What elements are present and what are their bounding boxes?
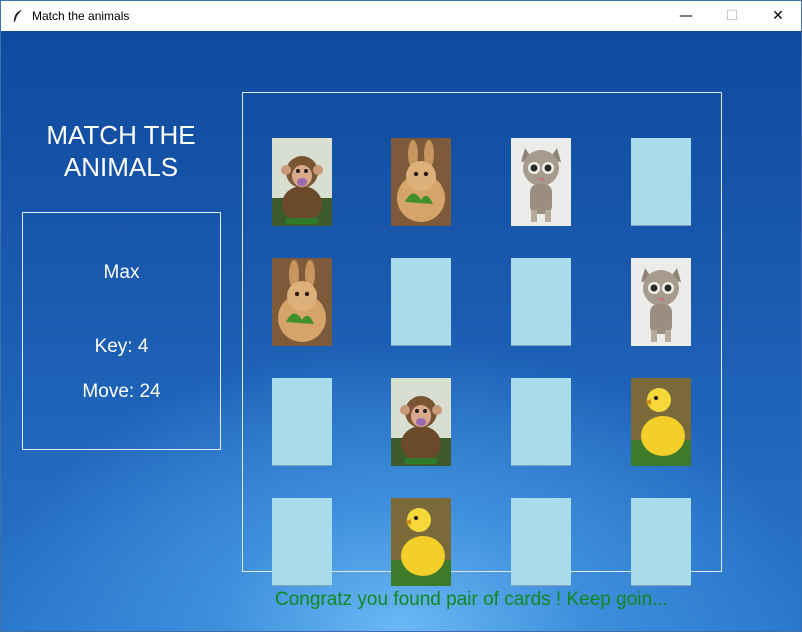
card-kitten[interactable] (511, 138, 571, 226)
close-icon[interactable]: ✕ (755, 1, 801, 31)
card-hidden[interactable] (631, 138, 691, 226)
rabbit-image (272, 258, 332, 346)
duckling-image (391, 498, 451, 586)
card-duckling[interactable] (631, 378, 691, 466)
rabbit-image (391, 138, 451, 226)
card-kitten[interactable] (631, 258, 691, 346)
move-counter: Move: 24 (82, 381, 161, 402)
app-window: Match the animals — ☐ ✕ MATCH THE ANIMAL… (0, 0, 802, 632)
card-rabbit[interactable] (391, 138, 451, 226)
title-bar[interactable]: Match the animals — ☐ ✕ (1, 1, 801, 31)
card-hidden[interactable] (511, 378, 571, 466)
duckling-image (631, 378, 691, 466)
feather-icon (10, 8, 26, 24)
card-monkey[interactable] (272, 138, 332, 226)
card-hidden[interactable] (391, 258, 451, 346)
card-monkey[interactable] (391, 378, 451, 466)
heading-line-2: ANIMALS (63, 152, 179, 182)
game-area: MATCH THE ANIMALS Max Key: 4 Move: 24 Co… (1, 31, 801, 631)
key-counter: Key: 4 (94, 336, 149, 357)
window-title: Match the animals (32, 9, 130, 23)
player-name: Max (103, 262, 140, 283)
kitten-image (511, 138, 571, 226)
monkey-image (391, 378, 451, 466)
game-heading: MATCH THE ANIMALS (21, 119, 221, 183)
heading-line-1: MATCH THE (46, 120, 196, 150)
card-duckling[interactable] (391, 498, 451, 586)
monkey-image (272, 138, 332, 226)
minimize-icon[interactable]: — (663, 1, 709, 31)
card-rabbit[interactable] (272, 258, 332, 346)
status-message: Congratz you found pair of cards ! Keep … (275, 589, 668, 610)
player-info-panel: Max Key: 4 Move: 24 (22, 212, 221, 450)
card-hidden[interactable] (631, 498, 691, 586)
card-hidden[interactable] (511, 258, 571, 346)
card-hidden[interactable] (272, 498, 332, 586)
maximize-icon[interactable]: ☐ (709, 1, 755, 31)
card-hidden[interactable] (511, 498, 571, 586)
card-board (242, 92, 722, 586)
card-hidden[interactable] (272, 378, 332, 466)
kitten-image (631, 258, 691, 346)
